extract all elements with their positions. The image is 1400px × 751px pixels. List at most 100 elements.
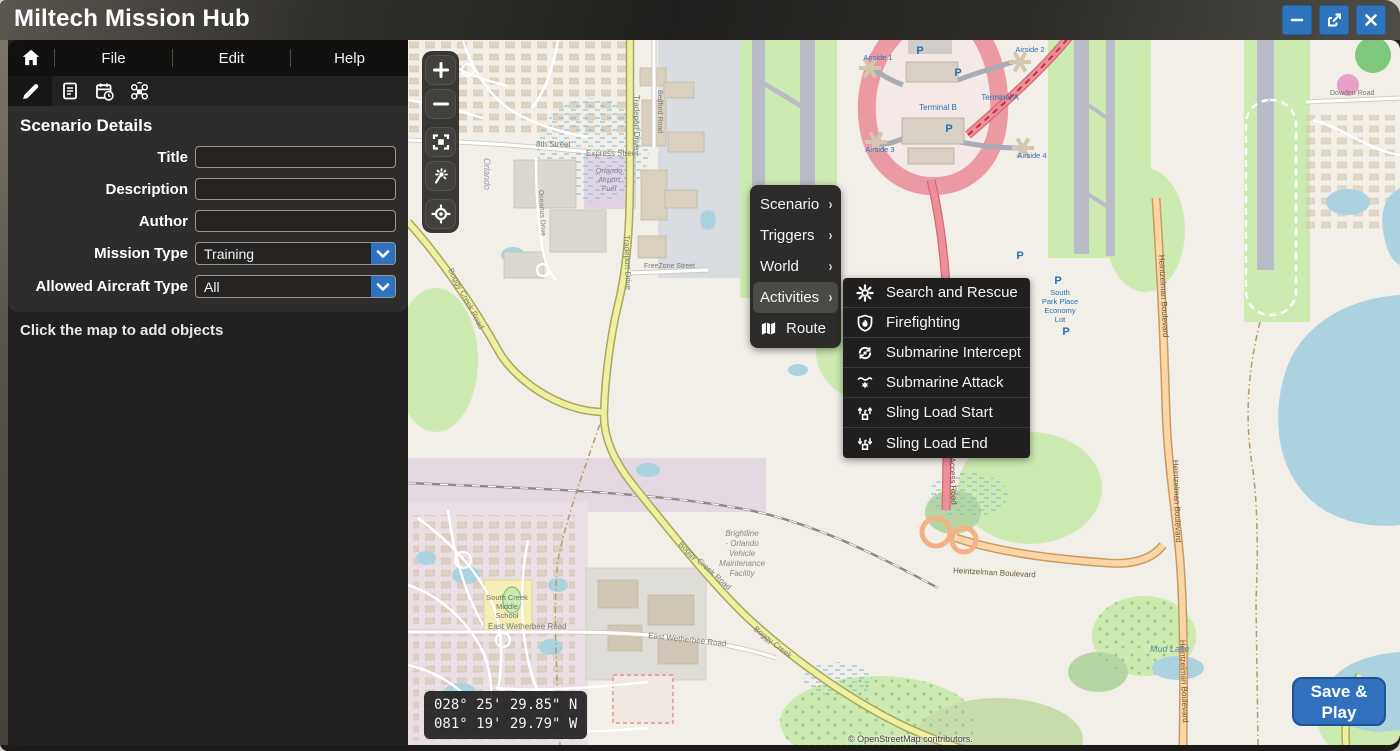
save-and-play-button[interactable]: Save & Play [1292, 677, 1386, 726]
follow-mode-button[interactable] [425, 161, 456, 191]
minimize-button[interactable] [1282, 5, 1312, 35]
sling-load-start-icon [854, 404, 876, 422]
submenu-item-firefighting[interactable]: Firefighting [843, 308, 1030, 338]
fit-view-icon [431, 132, 451, 152]
context-item-triggers[interactable]: Triggers › [750, 220, 841, 251]
author-input[interactable] [195, 210, 396, 232]
tool-strip [8, 76, 408, 106]
area-label: Brightline [725, 529, 759, 538]
close-button[interactable] [1356, 5, 1386, 35]
mission-type-dropdown-button[interactable] [371, 242, 395, 265]
mission-type-label: Mission Type [20, 245, 188, 262]
airport-label: Airside 2 [1015, 45, 1044, 54]
schedule-icon [94, 81, 115, 102]
road-label: 8th Street [536, 140, 571, 149]
map-attribution: © OpenStreetMap contributors. [848, 734, 973, 744]
context-item-route[interactable]: Route [750, 313, 841, 344]
area-label: Economy [1044, 306, 1076, 315]
airport-label: Terminal A [981, 93, 1019, 102]
road-label: Tradeport Drive [632, 95, 641, 151]
latitude-value: 028° 25' 29.85" N [434, 696, 577, 715]
sling-load-end-icon [854, 434, 876, 452]
activities-submenu: Search and Rescue Firefighting [843, 278, 1030, 458]
parking-icon: P [1016, 250, 1023, 262]
scenario-details-panel: Scenario Details Title Description Autho… [8, 106, 408, 312]
area-label: Lot [1055, 315, 1066, 324]
road-label: East Wetherbee Road [488, 622, 567, 631]
chevron-right-icon: › [829, 258, 833, 275]
map-area: 8th Street Express Street FreeZone Stree… [408, 40, 1400, 745]
schedule-tool-button[interactable] [87, 76, 122, 106]
context-item-world[interactable]: World › [750, 251, 841, 282]
aircraft-type-dropdown-button[interactable] [371, 275, 395, 298]
window-title: Miltech Mission Hub [14, 5, 250, 33]
notes-tool-button[interactable] [52, 76, 87, 106]
edit-tool-button[interactable] [8, 76, 52, 106]
submenu-item-sling-load-end[interactable]: Sling Load End [843, 428, 1030, 458]
road-label: Express Street [586, 149, 639, 158]
aircraft-type-value: All [196, 279, 371, 295]
chevron-down-icon [376, 249, 390, 259]
context-item-activities[interactable]: Activities › [753, 282, 838, 313]
submenu-item-submarine-intercept[interactable]: Submarine Intercept [843, 338, 1030, 368]
minimize-icon [1289, 12, 1305, 28]
submenu-item-search-and-rescue[interactable]: Search and Rescue [843, 278, 1030, 308]
description-input[interactable] [195, 178, 396, 200]
locate-icon [431, 204, 451, 224]
fit-view-button[interactable] [425, 127, 456, 157]
close-icon [1363, 12, 1379, 28]
area-label: Fuel [602, 184, 617, 193]
longitude-value: 081° 19' 29.79" W [434, 715, 577, 734]
object-list-area: Click the map to add objects [8, 312, 408, 349]
menu-edit[interactable]: Edit [173, 50, 290, 67]
submarine-attack-icon [854, 374, 876, 392]
submenu-item-sling-load-start[interactable]: Sling Load Start [843, 398, 1030, 428]
chevron-right-icon: › [829, 196, 833, 213]
drone-tool-button[interactable] [122, 76, 157, 106]
submenu-label: Search and Rescue [886, 284, 1018, 301]
submenu-label: Submarine Intercept [886, 344, 1021, 361]
titlebar: Miltech Mission Hub [0, 0, 1400, 40]
menu-help[interactable]: Help [291, 50, 408, 67]
chevron-right-icon: › [829, 289, 833, 306]
drone-icon [129, 81, 150, 102]
zoom-out-button[interactable] [425, 89, 456, 119]
zoom-in-button[interactable] [425, 55, 456, 85]
window-controls [1282, 5, 1386, 35]
area-label: Airport [597, 175, 621, 184]
sidebar: File Edit Help [8, 40, 408, 745]
submenu-item-submarine-attack[interactable]: Submarine Attack [843, 368, 1030, 398]
airport-label: Terminal B [919, 103, 957, 112]
area-label: South [1050, 288, 1070, 297]
water-label: Mud Lake [1150, 644, 1190, 654]
road-label: FreeZone Street [644, 263, 695, 270]
map-context-menu: Scenario › Triggers › World › Activities… [750, 185, 841, 348]
parking-icon: P [1054, 275, 1061, 287]
area-label: Vehicle [729, 549, 755, 558]
notes-icon [60, 81, 80, 101]
menu-file[interactable]: File [55, 50, 172, 67]
submenu-label: Sling Load End [886, 435, 988, 452]
zoom-out-icon [431, 94, 451, 114]
parking-icon: P [954, 67, 961, 79]
mission-type-select[interactable]: Training [195, 242, 396, 265]
submarine-intercept-icon [854, 344, 876, 362]
window-left-edge [0, 40, 8, 745]
fire-shield-icon [854, 314, 876, 332]
parking-icon: P [1062, 326, 1069, 338]
area-label: Orlando [596, 166, 623, 175]
place-label: Orlando [482, 158, 492, 190]
airport-label: Airside 1 [863, 53, 892, 62]
airport-label: Airside 3 [865, 145, 894, 154]
context-item-scenario[interactable]: Scenario › [750, 189, 841, 220]
aircraft-type-select[interactable]: All [195, 275, 396, 298]
home-button[interactable] [8, 40, 54, 76]
airport-label: Airside 4 [1017, 151, 1046, 160]
submenu-label: Firefighting [886, 314, 960, 331]
maximize-button[interactable] [1319, 5, 1349, 35]
submenu-label: Submarine Attack [886, 374, 1004, 391]
menu-bar: File Edit Help [8, 40, 408, 76]
edit-pencil-icon [20, 81, 41, 102]
title-input[interactable] [195, 146, 396, 168]
locate-button[interactable] [425, 199, 456, 229]
